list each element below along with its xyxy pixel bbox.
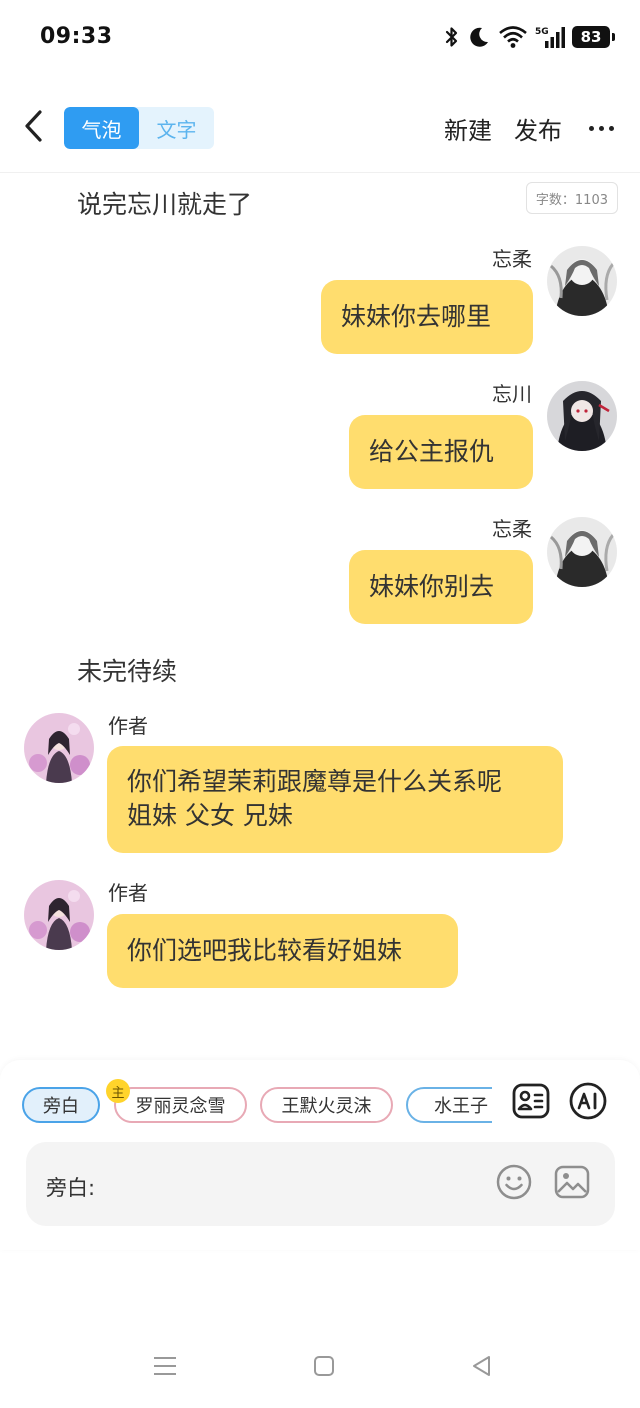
more-dots-icon (588, 125, 594, 131)
narration-text[interactable]: 说完忘川就走了 (77, 185, 252, 221)
speaker-name: 忘柔 (492, 517, 532, 541)
message-bubble[interactable]: 妹妹你别去 (349, 550, 533, 624)
chip-narrator[interactable]: 旁白 (22, 1087, 100, 1123)
bluetooth-icon (444, 25, 460, 49)
svg-text:5G: 5G (535, 27, 549, 37)
nav-back-button[interactable] (462, 1350, 502, 1386)
avatar[interactable] (24, 713, 94, 783)
home-square-icon (312, 1354, 336, 1382)
ai-button[interactable] (567, 1082, 609, 1124)
back-triangle-icon (470, 1354, 494, 1382)
image-icon (553, 1163, 591, 1205)
main-character-badge: 主 (106, 1079, 130, 1103)
status-icons: 5G 83 (444, 22, 615, 52)
chip-character[interactable]: 王默火灵沫 (260, 1087, 393, 1123)
message-bubble[interactable]: 你们选吧我比较看好姐妹 (107, 914, 458, 988)
nav-home-button[interactable] (304, 1350, 344, 1386)
nav-menu-button[interactable] (145, 1350, 185, 1386)
message-input[interactable]: 旁白: (26, 1142, 615, 1226)
speaker-name: 作者 (108, 714, 148, 738)
narration-text[interactable]: 未完待续 (77, 652, 177, 688)
app-header: 气泡 文字 新建 发布 (0, 96, 640, 164)
ai-icon (568, 1081, 608, 1125)
wifi-icon (498, 25, 528, 49)
character-card-button[interactable] (510, 1082, 552, 1124)
message-bubble[interactable]: 给公主报仇 (349, 415, 533, 489)
tab-bubble[interactable]: 气泡 (64, 107, 139, 149)
speaker-name: 忘柔 (492, 247, 532, 271)
character-card-icon (511, 1081, 551, 1125)
mode-toggle: 气泡 文字 (64, 107, 214, 149)
new-button[interactable]: 新建 (444, 111, 492, 146)
message-bubble[interactable]: 妹妹你去哪里 (321, 280, 533, 354)
moon-icon (467, 25, 491, 49)
menu-icon (152, 1355, 178, 1381)
message-line: 姐妹 父女 兄妹 (127, 801, 293, 830)
speaker-name: 忘川 (492, 382, 532, 406)
status-time: 09:33 (40, 24, 113, 49)
input-speaker-label: 旁白: (46, 1176, 96, 1200)
more-button[interactable] (584, 108, 618, 148)
battery-icon: 83 (572, 26, 615, 48)
back-button[interactable] (14, 108, 54, 148)
avatar[interactable] (547, 517, 617, 587)
header-divider (0, 172, 640, 173)
message-line: 你们希望茉莉跟魔尊是什么关系呢 (127, 767, 503, 796)
avatar[interactable] (24, 880, 94, 950)
tab-text[interactable]: 文字 (139, 107, 214, 149)
status-bar: 09:33 5G 83 (0, 0, 640, 76)
avatar[interactable] (547, 246, 617, 316)
emoji-icon (495, 1163, 533, 1205)
header-actions: 新建 发布 (444, 108, 618, 148)
message-bubble[interactable]: 你们希望茉莉跟魔尊是什么关系呢 姐妹 父女 兄妹 (107, 746, 563, 853)
publish-button[interactable]: 发布 (514, 111, 562, 146)
speaker-name: 作者 (108, 881, 148, 905)
cellular-5g-icon: 5G (535, 25, 565, 49)
character-chips[interactable]: 旁白 罗丽灵念雪 王默火灵沫 水王子 (22, 1085, 492, 1125)
chevron-left-icon (23, 109, 45, 147)
chip-character[interactable]: 罗丽灵念雪 (114, 1087, 247, 1123)
image-button[interactable] (552, 1164, 592, 1204)
word-count-badge: 字数：1103 (525, 182, 618, 214)
avatar[interactable] (547, 381, 617, 451)
chip-character[interactable]: 水王子 (406, 1087, 492, 1123)
battery-level: 83 (580, 28, 602, 46)
emoji-button[interactable] (494, 1164, 534, 1204)
